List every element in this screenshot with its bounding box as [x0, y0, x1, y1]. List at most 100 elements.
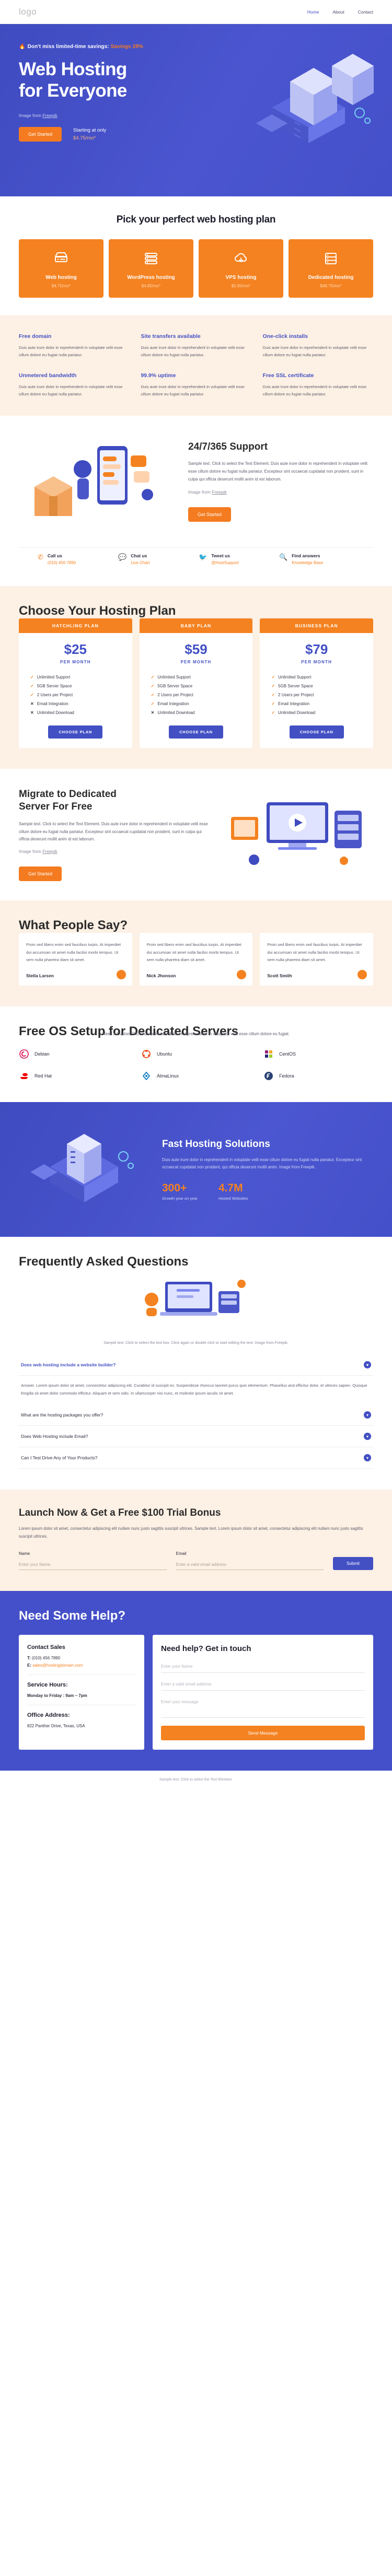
launch-text: Lorem ipsum dolor sit amet, consectetur … [19, 1526, 363, 1539]
os-item-redhat[interactable]: Red Hat [19, 1071, 129, 1081]
migrate-section: Migrate to Dedicated Server For Free Sam… [0, 769, 392, 900]
migrate-credit-link[interactable]: Freepik [42, 849, 57, 854]
os-item-centos[interactable]: CentOS [263, 1049, 373, 1059]
support-get-started-button[interactable]: Get Started [188, 507, 232, 522]
chevron-down-icon[interactable]: ▾ [364, 1454, 371, 1462]
launch-name-input[interactable] [19, 1559, 167, 1570]
launch-name-field: Name [19, 1551, 167, 1570]
redhat-icon [20, 1073, 28, 1080]
fast-hosting-illustration [30, 1134, 134, 1203]
plan-card-price: $4.75/mo* [51, 284, 71, 288]
hero-price-label: Starting at only [73, 127, 107, 134]
migrate-get-started-button[interactable]: Get Started [19, 867, 62, 882]
strip-item-chat-us[interactable]: 💬 Chat us Live Chart [118, 553, 193, 565]
strip-item-tweet-us[interactable]: 🐦 Tweet us @HostSupport [199, 553, 274, 565]
testimonials-section: What People Say? Proin sed libero enim s… [0, 900, 392, 1007]
os-item-almalinux[interactable]: AlmaLinux [141, 1071, 251, 1081]
nav-item-contact[interactable]: Contact [358, 9, 373, 15]
plan-card-price: $5.95/mo* [231, 284, 251, 288]
cross-icon: ✕ [30, 710, 34, 716]
nav-item-about[interactable]: About [332, 9, 344, 15]
plan-card-web-hosting[interactable]: Web hosting $4.75/mo* [19, 239, 103, 298]
os-item-ubuntu[interactable]: Ubuntu [141, 1049, 251, 1059]
touch-email-input[interactable] [161, 1678, 365, 1691]
os-item-label: AlmaLinux [157, 1073, 179, 1079]
os-item-debian[interactable]: Debian [19, 1049, 129, 1059]
plan-card-vps-hosting[interactable]: VPS hosting $5.95/mo* [199, 239, 283, 298]
hero-get-started-button[interactable]: Get Started [19, 127, 62, 142]
launch-title: Launch Now & Get a Free $100 Trial Bonus [19, 1507, 221, 1519]
faq-question-4[interactable]: Can I Test Drive Any of Your Products? ▾ [19, 1447, 373, 1469]
plan-card-price: $4.85/mo* [141, 284, 161, 288]
touch-message-input[interactable] [161, 1695, 365, 1718]
footer-text: Sample text. Click to select the Text El… [159, 1777, 233, 1782]
cross-icon: ✕ [151, 710, 155, 716]
migrate-content: Migrate to Dedicated Server For Free Sam… [19, 788, 212, 882]
support-credit-link[interactable]: Freepik [212, 489, 226, 495]
pricing-section: Choose Your Hosting Plan HATCHLING PLAN … [0, 586, 392, 769]
faq-credit: Sample text. Click to select the text bo… [19, 1340, 373, 1345]
strip-value: @HostSupport [211, 560, 239, 566]
support-section: 24/7/365 Support Sample text. Click to s… [0, 416, 392, 547]
contact-phone-value[interactable]: (010) 456 7890 [32, 1656, 60, 1660]
faq-question-2[interactable]: What are the hosting packages you offer?… [19, 1404, 373, 1426]
cloud-icon [203, 250, 279, 267]
strip-item-find-answers[interactable]: 🔍 Find answers Knowledge Base [279, 553, 354, 565]
stat-caption: Growth year on year [162, 1196, 198, 1201]
pricing-card-amount: $25 [64, 641, 87, 658]
testimonial-author: Nick Jhonson [146, 973, 176, 979]
hero-title-line1: Web Hosting [19, 59, 127, 79]
faq-question-1[interactable]: Does web hosting include a website build… [19, 1354, 373, 1376]
launch-form: Name Email Submit [19, 1551, 373, 1570]
office-address-value: 822 Panther Drive, Texas, USA [27, 1723, 85, 1728]
pricing-feature-label: Unlimited Download [157, 710, 195, 716]
hero-title: Web Hosting for Everyone [19, 59, 217, 101]
plan-card-price: $48.75/mo* [320, 284, 342, 288]
plan-card-dedicated-hosting[interactable]: Dedicated hosting $48.75/mo* [289, 239, 373, 298]
launch-submit-button[interactable]: Submit [333, 1556, 373, 1570]
chevron-down-icon[interactable]: ▾ [364, 1433, 371, 1441]
choose-plan-button[interactable]: CHOOSE PLAN [289, 725, 344, 739]
check-icon: ✓ [30, 684, 34, 689]
chevron-down-icon[interactable]: ▾ [364, 1361, 371, 1369]
site-logo[interactable]: logo [19, 7, 37, 17]
contact-email-value[interactable]: sales@hostingdomain.com [32, 1663, 83, 1668]
plan-card-wordpress-hosting[interactable]: WordPress hosting $4.85/mo* [109, 239, 193, 298]
send-message-button[interactable]: Send Message [161, 1725, 365, 1740]
touch-name-input[interactable] [161, 1660, 365, 1673]
chevron-down-icon[interactable]: ▾ [364, 1411, 371, 1419]
os-item-fedora[interactable]: Fedora [263, 1071, 373, 1081]
strip-item-call-us[interactable]: ✆ Call us (010) 456 7890 [38, 553, 113, 565]
pricing-row: HATCHLING PLAN $25 PER MONTH ✓ Unlimited … [19, 618, 373, 748]
choose-plan-button[interactable]: CHOOSE PLAN [48, 725, 103, 739]
help-section: Need Some Help? Contact Sales T: (010) 4… [0, 1590, 392, 1771]
testimonial-text: Proin sed libero enim sed faucibus turpi… [267, 942, 362, 963]
hero-promo-banner: 🔥 Don't miss limited-time savings: Saving… [19, 44, 217, 50]
plans-section: Pick your perfect web hosting plan Web h… [0, 196, 392, 315]
check-icon: ✓ [151, 701, 155, 707]
check-icon: ✓ [271, 710, 275, 716]
launch-email-input[interactable] [176, 1559, 324, 1570]
support-image-credit: Image from Freepik [188, 489, 373, 495]
hero-credit-prefix: Image from [19, 113, 43, 119]
pricing-feature: ✓ Unlimited Download [271, 708, 362, 717]
pricing-feature: ✓ 5GB Server Space [151, 682, 241, 690]
migrate-credit-prefix: Image from [19, 849, 43, 854]
hero-credit-link[interactable]: Freepik [42, 113, 57, 118]
faq-question-3[interactable]: Does Web Hosting include Email? ▾ [19, 1426, 373, 1448]
choose-plan-button[interactable]: CHOOSE PLAN [169, 725, 223, 739]
fast-hosting-content: Fast Hosting Solutions Duis aute irure d… [162, 1139, 373, 1201]
ubuntu-icon [142, 1050, 151, 1059]
service-hours-value: Monday to Friday : 9am – 7pm [27, 1693, 87, 1698]
feature-unmetered-bandwidth: Unmetered bandwidth Duis aute irure dolo… [19, 372, 129, 398]
plan-card-name: VPS hosting [225, 275, 257, 280]
service-hours-heading: Service Hours: [27, 1681, 68, 1688]
features-section: Free domain Duis aute irure dolor in rep… [0, 315, 392, 416]
contact-sales-card: Contact Sales T: (010) 456 7890 E: sales… [19, 1634, 144, 1750]
support-title: 24/7/365 Support [188, 441, 268, 452]
contact-phone-label: T: [27, 1655, 31, 1660]
strip-label: Call us [47, 553, 62, 559]
nav-item-home[interactable]: Home [307, 9, 319, 15]
hero-promo-text: Don't miss limited-time savings: [27, 44, 109, 50]
strip-label: Chat us [131, 553, 147, 559]
